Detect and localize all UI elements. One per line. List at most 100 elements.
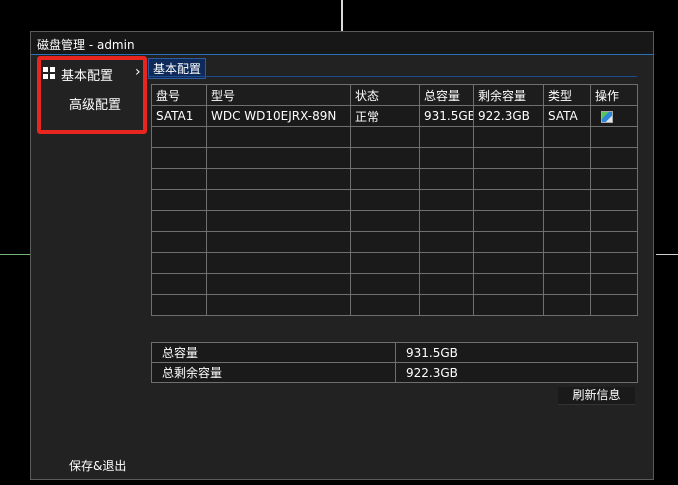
column-header-disk-no: 盘号 bbox=[151, 84, 207, 106]
background-line-right bbox=[656, 254, 678, 255]
background-line-vertical bbox=[341, 0, 343, 32]
table-cell-empty bbox=[543, 210, 591, 232]
table-cell-empty bbox=[350, 126, 420, 148]
table-cell-empty bbox=[590, 126, 638, 148]
save-exit-button[interactable]: 保存&退出 bbox=[69, 457, 126, 474]
table-cell-empty bbox=[473, 210, 544, 232]
refresh-button[interactable]: 刷新信息 bbox=[558, 387, 635, 405]
table-cell-empty bbox=[350, 168, 420, 190]
sidebar-item-label: 高级配置 bbox=[69, 98, 122, 113]
table-cell-empty bbox=[206, 126, 351, 148]
table-row-empty bbox=[151, 231, 638, 253]
table-cell-empty bbox=[543, 168, 591, 190]
table-row[interactable]: SATA1 WDC WD10EJRX-89N 正常 931.5GB 922.3G… bbox=[151, 105, 638, 127]
table-cell-empty bbox=[151, 231, 207, 253]
table-cell-empty bbox=[473, 252, 544, 274]
table-cell-empty bbox=[151, 294, 207, 316]
table-cell-empty bbox=[590, 189, 638, 211]
capacity-summary: 总容量 931.5GB 总剩余容量 922.3GB bbox=[151, 342, 638, 383]
table-row-empty bbox=[151, 294, 638, 316]
table-cell-empty bbox=[151, 147, 207, 169]
summary-free-label: 总剩余容量 bbox=[151, 362, 396, 383]
table-cell-empty bbox=[543, 147, 591, 169]
summary-total-label: 总容量 bbox=[151, 342, 396, 363]
table-cell-empty bbox=[151, 210, 207, 232]
table-cell-empty bbox=[590, 168, 638, 190]
table-cell-empty bbox=[419, 126, 474, 148]
table-row-empty bbox=[151, 126, 638, 148]
table-cell-empty bbox=[206, 294, 351, 316]
table-cell-empty bbox=[590, 273, 638, 295]
table-cell-empty bbox=[419, 273, 474, 295]
table-cell-empty bbox=[350, 231, 420, 253]
table-cell-empty bbox=[419, 294, 474, 316]
table-cell-empty bbox=[419, 189, 474, 211]
sidebar-item-label: 基本配置 bbox=[61, 69, 114, 84]
table-cell-empty bbox=[350, 252, 420, 274]
table-cell-empty bbox=[419, 147, 474, 169]
summary-free-value: 922.3GB bbox=[395, 362, 638, 383]
summary-total-value: 931.5GB bbox=[395, 342, 638, 363]
table-cell-empty bbox=[151, 252, 207, 274]
tab-underline bbox=[148, 76, 637, 77]
table-cell-empty bbox=[419, 168, 474, 190]
column-header-free: 剩余容量 bbox=[473, 84, 544, 106]
table-cell-empty bbox=[206, 147, 351, 169]
column-header-model: 型号 bbox=[206, 84, 351, 106]
table-cell-empty bbox=[350, 147, 420, 169]
cell-status: 正常 bbox=[350, 105, 420, 127]
table-cell-empty bbox=[419, 231, 474, 253]
table-cell-empty bbox=[590, 294, 638, 316]
table-cell-empty bbox=[350, 273, 420, 295]
disk-table: 盘号 型号 状态 总容量 剩余容量 类型 操作 SATA1 WDC WD10EJ… bbox=[151, 84, 638, 316]
chevron-right-icon: › bbox=[135, 64, 141, 80]
disk-config-icon[interactable] bbox=[601, 110, 613, 123]
table-cell-empty bbox=[543, 294, 591, 316]
table-row-empty bbox=[151, 273, 638, 295]
table-cell-empty bbox=[590, 210, 638, 232]
table-cell-empty bbox=[473, 294, 544, 316]
cell-action bbox=[590, 105, 638, 127]
summary-row-total: 总容量 931.5GB bbox=[151, 342, 638, 363]
table-cell-empty bbox=[419, 210, 474, 232]
table-cell-empty bbox=[206, 231, 351, 253]
table-cell-empty bbox=[151, 126, 207, 148]
table-cell-empty bbox=[473, 126, 544, 148]
table-cell-empty bbox=[206, 189, 351, 211]
cell-type: SATA bbox=[543, 105, 591, 127]
table-header-row: 盘号 型号 状态 总容量 剩余容量 类型 操作 bbox=[151, 84, 638, 106]
table-cell-empty bbox=[151, 168, 207, 190]
disk-management-window: 磁盘管理 - admin 基本配置 › 高级配置 基本配置 盘号 型号 状态 总… bbox=[30, 31, 654, 480]
table-row-empty bbox=[151, 147, 638, 169]
table-cell-empty bbox=[590, 231, 638, 253]
column-header-total: 总容量 bbox=[419, 84, 474, 106]
table-cell-empty bbox=[350, 294, 420, 316]
title-divider bbox=[31, 54, 653, 55]
table-cell-empty bbox=[206, 252, 351, 274]
window-title: 磁盘管理 - admin bbox=[37, 38, 135, 52]
table-cell-empty bbox=[543, 252, 591, 274]
sidebar-item-basic-config[interactable]: 基本配置 › bbox=[39, 62, 143, 86]
cell-model: WDC WD10EJRX-89N bbox=[206, 105, 351, 127]
cell-disk-no: SATA1 bbox=[151, 105, 207, 127]
table-row-empty bbox=[151, 252, 638, 274]
table-cell-empty bbox=[590, 252, 638, 274]
column-header-status: 状态 bbox=[350, 84, 420, 106]
table-cell-empty bbox=[543, 273, 591, 295]
table-row-empty bbox=[151, 210, 638, 232]
table-cell-empty bbox=[206, 210, 351, 232]
column-header-type: 类型 bbox=[543, 84, 591, 106]
table-cell-empty bbox=[419, 252, 474, 274]
table-cell-empty bbox=[473, 168, 544, 190]
table-cell-empty bbox=[350, 189, 420, 211]
title-bar: 磁盘管理 - admin bbox=[31, 32, 653, 55]
table-cell-empty bbox=[473, 189, 544, 211]
table-row-empty bbox=[151, 189, 638, 211]
column-header-action: 操作 bbox=[590, 84, 638, 106]
table-row-empty bbox=[151, 168, 638, 190]
table-cell-empty bbox=[543, 189, 591, 211]
table-cell-empty bbox=[590, 147, 638, 169]
table-cell-empty bbox=[543, 126, 591, 148]
sidebar-item-advanced-config[interactable]: 高级配置 bbox=[69, 94, 139, 118]
grid-icon bbox=[43, 67, 56, 80]
